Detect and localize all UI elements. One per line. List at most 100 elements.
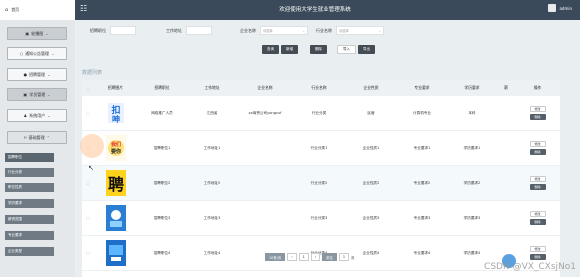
filter-label-company: 企业名称 bbox=[240, 27, 256, 33]
export-button[interactable]: 导出 bbox=[358, 45, 375, 54]
select-all-checkbox[interactable]: ▢ bbox=[82, 86, 94, 91]
job-image bbox=[94, 240, 137, 266]
sidebar-item-label: 基础管理 bbox=[28, 134, 45, 140]
page-unit: 页 bbox=[351, 255, 355, 260]
cell-industry: 行业分类1 bbox=[310, 145, 328, 150]
cell-position: 招聘职位2 bbox=[153, 180, 171, 185]
user-avatar-icon bbox=[548, 4, 557, 12]
submenu-item[interactable]: 企业类型 bbox=[5, 247, 54, 256]
svg-text:我们: 我们 bbox=[110, 141, 120, 148]
add-button[interactable]: 新增 bbox=[281, 45, 298, 54]
row-checkbox[interactable]: ▢ bbox=[82, 216, 94, 220]
sidebar-item-label: 学员管理 bbox=[29, 91, 46, 97]
batch-delete-button[interactable]: 删除 bbox=[310, 45, 327, 54]
import-button[interactable]: 导入 bbox=[337, 45, 356, 54]
submenu-item[interactable]: 学历要求 bbox=[5, 199, 54, 208]
goto-label: 前往 bbox=[322, 253, 337, 261]
home-icon: ⌂ bbox=[5, 7, 9, 13]
submenu-item[interactable]: 薪资范围 bbox=[5, 215, 54, 224]
delete-button[interactable]: 删除 bbox=[529, 184, 546, 190]
submenu-item[interactable]: 专业要求 bbox=[5, 231, 54, 240]
cell-address: 工作地址3 bbox=[203, 215, 221, 220]
table-row[interactable]: ▢ 我们要你 招聘职位1 工作地址1 行业分类1 企业性质1 专业要求1 学历要… bbox=[82, 131, 560, 166]
sidebar-item-basic[interactable]: ⁞⁞ 基础管理 ⌃ bbox=[7, 131, 67, 144]
edit-button[interactable]: 修改 bbox=[529, 141, 546, 147]
filter-bar: 招聘职位 工作地址 企业名称 请选择 ⌄ 行业名称 请选择 ⌄ bbox=[90, 26, 384, 35]
chevron-down-icon: ⌄ bbox=[47, 113, 51, 118]
image-icon: ▣ bbox=[25, 31, 30, 36]
cell-position: 招聘职位1 bbox=[153, 145, 171, 150]
home-label: 首页 bbox=[11, 7, 20, 12]
column-header: 学历要求 bbox=[464, 85, 480, 90]
menu-toggle-icon[interactable]: ☷ bbox=[80, 4, 87, 14]
submenu-item[interactable]: 招聘职位 bbox=[5, 153, 54, 162]
page-size-select[interactable]: 10条/页 bbox=[265, 253, 286, 261]
company-select[interactable]: 请选择 ⌄ bbox=[260, 26, 308, 35]
row-actions: 修改 删除 bbox=[515, 211, 560, 225]
delete-button[interactable]: 删除 bbox=[529, 219, 546, 225]
job-image bbox=[94, 205, 137, 231]
edit-button[interactable]: 修改 bbox=[529, 106, 546, 112]
submenu-item[interactable]: 职位性质 bbox=[5, 183, 54, 192]
data-table: ▢ 招聘图片 招聘职位 工作地址 企业名称 行业名称 企业性质 专业要求 学历要… bbox=[82, 80, 560, 277]
filter-label-address: 工作地址 bbox=[166, 27, 182, 33]
row-checkbox[interactable]: ▢ bbox=[82, 111, 94, 115]
query-actions: 查询 新增 bbox=[262, 45, 298, 54]
sidebar-item-label: 系统用户 bbox=[29, 112, 46, 118]
delete-button[interactable]: 删除 bbox=[529, 149, 546, 155]
cell-major: 专业要求4 bbox=[413, 250, 431, 255]
edit-button[interactable]: 修改 bbox=[529, 211, 546, 217]
edit-button[interactable]: 修改 bbox=[529, 246, 546, 252]
submenu-item[interactable]: 行业分类 bbox=[5, 168, 54, 177]
row-actions: 修改 删除 bbox=[515, 176, 560, 190]
goto-page-input[interactable]: 1 bbox=[338, 253, 350, 261]
svg-text:呻: 呻 bbox=[112, 114, 120, 124]
cell-major: 计算机专业 bbox=[413, 110, 431, 115]
table-row[interactable]: ▢ 聘 招聘职位2 工作地址2 行业分类2 企业性质2 专业要求2 学历要求2 … bbox=[82, 166, 560, 201]
next-page-button[interactable]: › bbox=[310, 253, 321, 261]
bell-icon: ○ bbox=[19, 51, 24, 56]
sidebar-item-students[interactable]: ▣ 学员管理 ⌄ bbox=[7, 88, 67, 101]
cell-position: 网络推广人员 bbox=[151, 110, 173, 115]
cell-major: 专业要求3 bbox=[413, 215, 431, 220]
table-header: ▢ 招聘图片 招聘职位 工作地址 企业名称 行业名称 企业性质 专业要求 学历要… bbox=[82, 80, 560, 96]
batch-actions: 删除 导入 导出 bbox=[310, 45, 375, 54]
sidebar-item-notice[interactable]: ○ 通知公告管理 ⌄ bbox=[7, 47, 67, 60]
position-input[interactable] bbox=[110, 26, 136, 35]
sidebar-item-system-users[interactable]: ♟ 系统用户 ⌄ bbox=[7, 109, 67, 122]
home-tab[interactable]: ⌂ 首页 bbox=[0, 0, 75, 20]
edit-button[interactable]: 修改 bbox=[529, 176, 546, 182]
delete-button[interactable]: 删除 bbox=[529, 114, 546, 120]
top-bar: ⌂ 首页 ☷ 欢迎使用大学生就业管理系统 admin bbox=[0, 0, 580, 20]
filter-label-industry: 行业名称 bbox=[316, 27, 332, 33]
query-button[interactable]: 查询 bbox=[262, 45, 279, 54]
users-icon: ▣ bbox=[23, 92, 28, 97]
cell-address: 工作地址2 bbox=[203, 180, 221, 185]
row-checkbox[interactable]: ▢ bbox=[82, 251, 94, 255]
cell-address: 江西省 bbox=[206, 110, 218, 115]
admin-user-menu[interactable]: admin bbox=[548, 4, 572, 12]
cell-address: 工作地址1 bbox=[203, 145, 221, 150]
row-actions: 修改 删除 bbox=[515, 246, 560, 260]
table-row[interactable]: ▢ 扣呻 网络推广人员 江西省 xx商贸公司yongcuf 行业分类 民营 计算… bbox=[82, 96, 560, 131]
sidebar-item-label: 轮播图 bbox=[31, 30, 44, 36]
address-input[interactable] bbox=[186, 26, 212, 35]
delete-button[interactable]: 删除 bbox=[529, 254, 546, 260]
industry-select[interactable]: 请选择 ⌄ bbox=[336, 26, 384, 35]
cell-education: 本科 bbox=[468, 110, 476, 115]
cell-nature: 企业性质2 bbox=[362, 180, 380, 185]
cell-position: 招聘职位4 bbox=[153, 250, 171, 255]
cell-company: xx商贸公司yongcuf bbox=[248, 110, 282, 115]
svg-text:聘: 聘 bbox=[107, 175, 123, 194]
sidebar-item-carousel[interactable]: ▣ 轮播图 ⌄ bbox=[7, 27, 67, 40]
current-page[interactable]: 1 bbox=[298, 253, 309, 261]
row-checkbox[interactable]: ▢ bbox=[82, 181, 94, 185]
column-header: 薪 bbox=[504, 85, 508, 90]
table-row[interactable]: ▢ 招聘职位3 工作地址3 行业分类3 企业性质3 专业要求3 学历要求3 修改… bbox=[82, 201, 560, 236]
grid-icon: ⁞⁞ bbox=[24, 135, 27, 140]
prev-page-button[interactable]: ‹ bbox=[287, 253, 297, 261]
sidebar-item-recruit[interactable]: ● 招聘管理 ⌄ bbox=[7, 68, 67, 81]
cell-nature: 企业性质3 bbox=[362, 215, 380, 220]
chevron-down-icon: ⌄ bbox=[302, 28, 305, 33]
cell-education: 学历要求2 bbox=[463, 180, 481, 185]
